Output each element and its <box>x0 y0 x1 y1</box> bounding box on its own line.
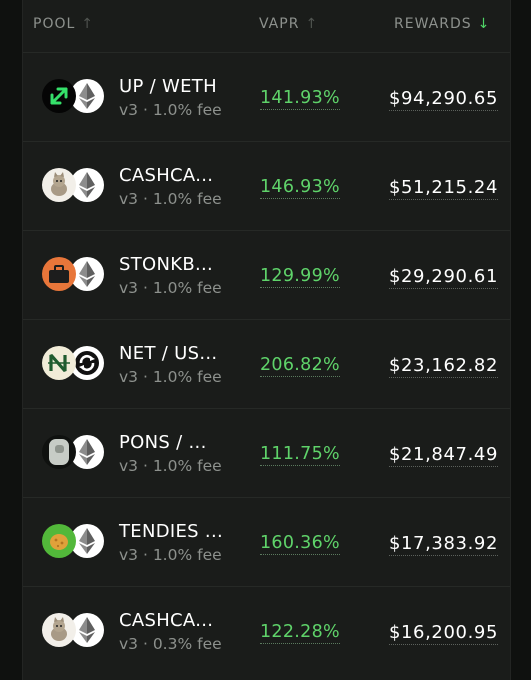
table-header: POOL ↑ VAPR ↑ REWARDS ↓ <box>23 0 510 53</box>
pool-rewards[interactable]: $51,215.24 <box>388 177 498 200</box>
sort-up-icon: ↑ <box>81 16 95 32</box>
net-token-icon <box>42 346 76 380</box>
pool-vapr[interactable]: 160.36% <box>260 533 340 555</box>
nugget-token-icon <box>42 524 76 558</box>
pool-fee-info: v3 · 1.0% fee <box>119 546 222 564</box>
cat-token-icon <box>42 613 76 647</box>
pool-row[interactable]: TENDIES ... v3 · 1.0% fee 160.36% $17,38… <box>23 498 510 587</box>
pool-pair-name: PONS / ... <box>119 432 207 453</box>
pool-pair-name: NET / US... <box>119 343 218 364</box>
pool-fee-info: v3 · 1.0% fee <box>119 190 222 208</box>
pool-rewards[interactable]: $23,162.82 <box>388 355 498 378</box>
pons-token-icon <box>42 435 76 469</box>
pool-vapr[interactable]: 141.93% <box>260 88 340 110</box>
pool-vapr[interactable]: 111.75% <box>260 444 340 466</box>
token-pair-icons <box>42 79 104 115</box>
token-pair-icons <box>42 435 104 471</box>
pool-rewards[interactable]: $16,200.95 <box>388 622 498 645</box>
pool-column-header[interactable]: POOL ↑ <box>33 16 94 32</box>
pool-rewards[interactable]: $17,383.92 <box>388 533 498 556</box>
pool-rewards[interactable]: $29,290.61 <box>388 266 498 289</box>
pool-rewards[interactable]: $94,290.65 <box>388 88 498 111</box>
pool-pair-name: STONKB... <box>119 254 214 275</box>
pool-fee-info: v3 · 1.0% fee <box>119 101 222 119</box>
cat-token-icon <box>42 168 76 202</box>
pool-vapr[interactable]: 129.99% <box>260 266 340 288</box>
pools-table: POOL ↑ VAPR ↑ REWARDS ↓ UP / WETH v3 · 1.0%… <box>22 0 511 680</box>
sort-up-icon: ↑ <box>305 16 319 32</box>
token-pair-icons <box>42 346 104 382</box>
pool-vapr[interactable]: 206.82% <box>260 355 340 377</box>
pool-fee-info: v3 · 1.0% fee <box>119 368 222 386</box>
pool-row[interactable]: NET / US... v3 · 1.0% fee 206.82% $23,16… <box>23 320 510 409</box>
token-pair-icons <box>42 613 104 649</box>
pool-row[interactable]: CASHCA... v3 · 1.0% fee 146.93% $51,215.… <box>23 142 510 231</box>
pool-vapr[interactable]: 146.93% <box>260 177 340 199</box>
pool-vapr[interactable]: 122.28% <box>260 622 340 644</box>
pool-fee-info: v3 · 0.3% fee <box>119 635 222 653</box>
pool-fee-info: v3 · 1.0% fee <box>119 457 222 475</box>
rewards-column-header[interactable]: REWARDS ↓ <box>394 16 490 32</box>
token-pair-icons <box>42 524 104 560</box>
pool-row[interactable]: CASHCA... v3 · 0.3% fee 122.28% $16,200.… <box>23 587 510 675</box>
pool-pair-name: UP / WETH <box>119 76 217 97</box>
pool-row[interactable]: PONS / ... v3 · 1.0% fee 111.75% $21,847… <box>23 409 510 498</box>
pool-pair-name: TENDIES ... <box>119 521 223 542</box>
token-pair-icons <box>42 168 104 204</box>
briefcase-token-icon <box>42 257 76 291</box>
sort-down-icon: ↓ <box>477 16 491 32</box>
vapr-column-header[interactable]: VAPR ↑ <box>259 16 318 32</box>
token-pair-icons <box>42 257 104 293</box>
pool-row[interactable]: STONKB... v3 · 1.0% fee 129.99% $29,290.… <box>23 231 510 320</box>
pool-pair-name: CASHCA... <box>119 165 214 186</box>
pool-fee-info: v3 · 1.0% fee <box>119 279 222 297</box>
vapr-header-label: VAPR <box>259 16 300 32</box>
rewards-header-label: REWARDS <box>394 16 472 32</box>
pool-header-label: POOL <box>33 16 76 32</box>
up-arrow-token-icon <box>42 79 76 113</box>
pool-rewards[interactable]: $21,847.49 <box>388 444 498 467</box>
pool-row[interactable]: UP / WETH v3 · 1.0% fee 141.93% $94,290.… <box>23 53 510 142</box>
pool-pair-name: CASHCA... <box>119 610 214 631</box>
